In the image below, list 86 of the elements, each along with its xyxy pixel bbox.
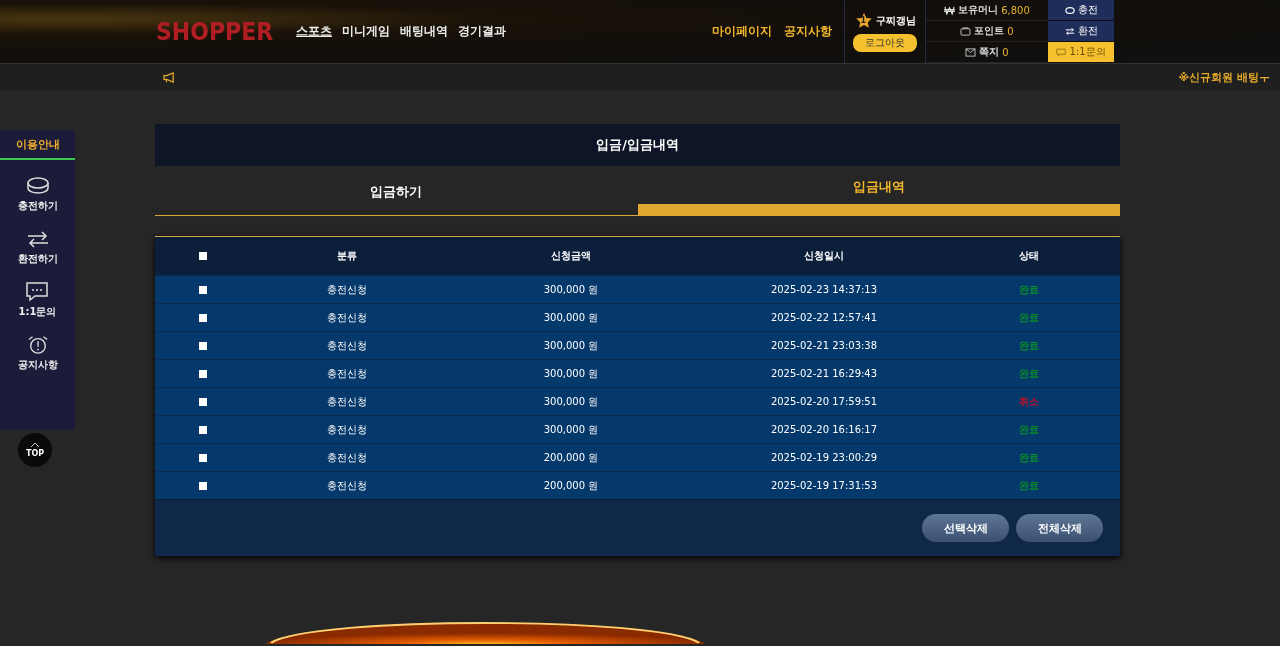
nav-link[interactable]: 경기결과 <box>458 23 506 40</box>
column-header: 상태 <box>1018 249 1040 263</box>
wallet-value: 6,800 <box>1001 4 1030 16</box>
envelope-icon <box>965 47 977 57</box>
inquiry-button[interactable]: 1:1문의 <box>1048 42 1114 63</box>
table-cell-text: 200,000 원 <box>542 450 600 465</box>
notice-ticker: ※신규회원 배팅ㅜ <box>1178 69 1270 85</box>
header-link[interactable]: 공지사항 <box>784 23 832 40</box>
checkbox[interactable] <box>199 481 207 490</box>
star-icon <box>854 11 873 30</box>
table-cell-text: 충전신청 <box>326 478 368 493</box>
table-cell-text: 300,000 원 <box>542 422 600 437</box>
table-cell-text: 300,000 원 <box>542 366 600 381</box>
table-cell-text: 충전신청 <box>326 338 368 353</box>
table-cell-text: 충전신청 <box>326 310 368 325</box>
logout-button[interactable]: 로그아웃 <box>853 33 917 52</box>
status-text: 완료 <box>1019 479 1039 491</box>
sidebar-item[interactable]: 환전하기 <box>17 229 58 266</box>
status-text: 취소 <box>1019 395 1039 407</box>
table-cell-text: 충전신청 <box>326 366 368 381</box>
table-cell-text: 2025-02-19 23:00:29 <box>769 452 879 463</box>
table-cell-text: 충전신청 <box>326 450 368 465</box>
checkbox[interactable] <box>199 425 207 434</box>
column-header: 신청금액 <box>550 249 592 263</box>
wallet-label: 보유머니 <box>958 3 999 17</box>
charge-button[interactable]: 충전 <box>1048 0 1114 21</box>
checkbox[interactable] <box>199 285 207 294</box>
table-cell-text: 2025-02-19 17:31:53 <box>769 480 879 491</box>
table-cell-text: 충전신청 <box>326 394 368 409</box>
wallet-value: 0 <box>1007 25 1014 37</box>
exchange-icon <box>1064 26 1075 36</box>
sidebar-item[interactable]: 1:1문의 <box>18 282 57 319</box>
sidebar-item[interactable]: 공지사항 <box>17 335 58 372</box>
table-cell-text: 2025-02-20 17:59:51 <box>769 396 879 407</box>
checkbox[interactable] <box>199 453 207 462</box>
status-text: 완료 <box>1019 311 1039 323</box>
table-cell-text: 300,000 원 <box>542 394 600 409</box>
table-cell-text: 300,000 원 <box>542 310 600 325</box>
chat-icon <box>25 282 50 302</box>
status-text: 완료 <box>1019 339 1039 351</box>
megaphone-icon <box>163 71 176 83</box>
tab[interactable]: 입금하기 <box>155 169 638 216</box>
nav-link[interactable]: 배팅내역 <box>400 23 448 40</box>
panel-title: 입금/입금내역 <box>155 124 1120 166</box>
nav-link[interactable]: 스포츠 <box>296 23 332 40</box>
table-cell-text: 2025-02-23 14:37:13 <box>769 284 879 295</box>
wallet-label: 쪽지 <box>979 45 1000 59</box>
table-cell-text: 2025-02-20 16:16:17 <box>769 424 879 435</box>
exchange-icon <box>25 229 50 249</box>
checkbox[interactable] <box>199 341 207 350</box>
delete-button[interactable]: 선택삭제 <box>922 514 1009 542</box>
checkbox[interactable] <box>199 397 207 406</box>
nav-link[interactable]: 미니게임 <box>342 23 390 40</box>
table-cell-text: 300,000 원 <box>542 338 600 353</box>
status-text: 완료 <box>1019 451 1039 463</box>
scroll-top-button[interactable]: TOP <box>18 433 52 467</box>
column-header: 분류 <box>336 249 358 263</box>
user-name: 구찌갱님 <box>875 13 916 28</box>
table-cell-text: 충전신청 <box>326 422 368 437</box>
sidebar-title: 이용안내 <box>0 130 75 160</box>
chat-icon <box>1056 47 1067 57</box>
table-cell-text: 2025-02-21 23:03:38 <box>769 340 879 351</box>
caret-icon <box>30 442 40 448</box>
won-icon <box>944 5 956 15</box>
coin-icon <box>25 176 50 196</box>
status-text: 완료 <box>1019 283 1039 295</box>
wallet-value: 0 <box>1002 46 1009 58</box>
table-cell-text: 2025-02-21 16:29:43 <box>769 368 879 379</box>
coin-icon <box>1064 5 1075 15</box>
wallet-label: 포인트 <box>974 24 1005 38</box>
level-number: 1 <box>860 15 867 25</box>
checkbox[interactable] <box>199 369 207 378</box>
checkbox[interactable] <box>199 313 207 322</box>
table-cell-text: 충전신청 <box>326 282 368 297</box>
exchange-button[interactable]: 환전 <box>1048 21 1114 42</box>
status-text: 완료 <box>1019 423 1039 435</box>
table-cell-text: 300,000 원 <box>542 282 600 297</box>
wallet-icon <box>960 26 972 36</box>
table-cell-text: 200,000 원 <box>542 478 600 493</box>
header-link[interactable]: 마이페이지 <box>712 23 772 40</box>
delete-button[interactable]: 전체삭제 <box>1016 514 1103 542</box>
table-cell-text: 2025-02-22 12:57:41 <box>769 312 879 323</box>
sidebar-item[interactable]: 충전하기 <box>17 176 58 213</box>
checkbox[interactable] <box>199 252 207 260</box>
status-text: 완료 <box>1019 367 1039 379</box>
column-header: 신청일시 <box>803 249 845 263</box>
